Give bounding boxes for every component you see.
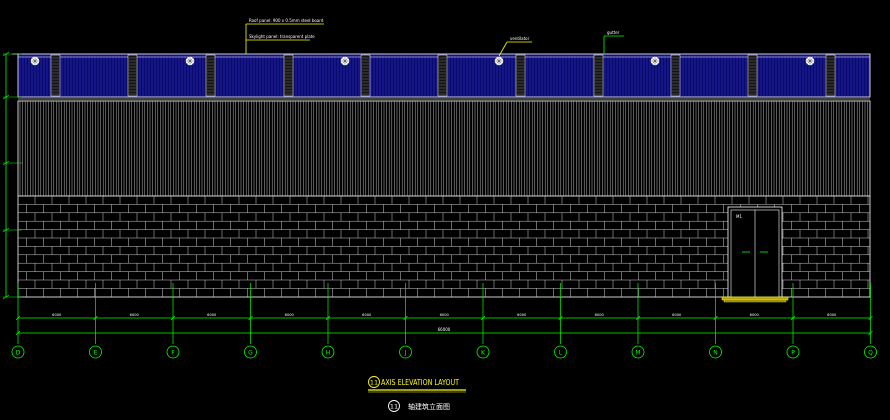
dim-span-text: 6000 xyxy=(517,313,527,317)
door-step-lower xyxy=(723,299,787,303)
dim-span-text: 6000 xyxy=(440,313,450,317)
roof-ventilator xyxy=(185,56,195,66)
roof-note-2: Skylight panel: transparent plate xyxy=(249,34,315,39)
dim-span-text: 6000 xyxy=(750,313,760,317)
skylight-panel xyxy=(593,54,604,97)
skylight-panel xyxy=(205,54,216,97)
dim-span-text: 6000 xyxy=(595,313,605,317)
skylight-panel xyxy=(437,54,448,97)
roof-ventilator xyxy=(30,56,40,66)
dim-span-text: 6000 xyxy=(362,313,372,317)
dim-span-text: 6000 xyxy=(130,313,140,317)
axis-label: G xyxy=(248,350,253,357)
skylight-panel xyxy=(515,54,526,97)
roof-ventilator xyxy=(340,56,350,66)
dim-span-text: 6000 xyxy=(285,313,295,317)
dim-span-text: 6000 xyxy=(672,313,682,317)
title-chinese: 轴建筑立面图 xyxy=(408,402,450,411)
skylight-panel xyxy=(360,54,371,97)
title-english: AXIS ELEVATION LAYOUT xyxy=(381,378,459,387)
roof-ventilator xyxy=(650,56,660,66)
wall-cladding xyxy=(17,100,871,197)
skylight-panel xyxy=(50,54,61,97)
door-label: M1 xyxy=(736,214,742,219)
axis-label: F xyxy=(171,350,175,357)
dim-span-text: 6000 xyxy=(52,313,62,317)
dim-span-text: 6000 xyxy=(207,313,217,317)
skylight-panel xyxy=(127,54,138,97)
gutter-note: gutter xyxy=(607,30,620,35)
title-number: 11 xyxy=(370,379,378,387)
skylight-panel xyxy=(283,54,294,97)
axis-label: Q xyxy=(868,350,873,357)
subtitle-number: 11 xyxy=(390,403,398,411)
roof-ventilator xyxy=(805,56,815,66)
skylight-panel xyxy=(747,54,758,97)
door-step xyxy=(721,296,789,301)
axis-label: E xyxy=(94,350,98,357)
roof-ventilator xyxy=(494,56,504,66)
axis-label: D xyxy=(16,350,21,357)
dim-total-text: 66000 xyxy=(438,327,451,332)
axis-label: N xyxy=(713,350,718,357)
door: M1 xyxy=(721,206,789,303)
axis-label: M xyxy=(635,350,640,357)
axis-label: P xyxy=(791,350,795,357)
roof-note-1: Roof panel: 900 x 0.5mm steel board xyxy=(249,18,324,23)
skylight-panel xyxy=(825,54,836,97)
axis-label: H xyxy=(326,350,331,357)
skylight-panel xyxy=(670,54,681,97)
vent-note: ventilator xyxy=(510,36,530,41)
dim-span-text: 6000 xyxy=(827,313,837,317)
axis-label: J xyxy=(404,350,407,357)
roof-band xyxy=(17,53,871,100)
elevation-drawing: M1 D E F G H J K L M N P Q6000 6000 6000 6000 6000 6000 6… xyxy=(0,0,890,420)
